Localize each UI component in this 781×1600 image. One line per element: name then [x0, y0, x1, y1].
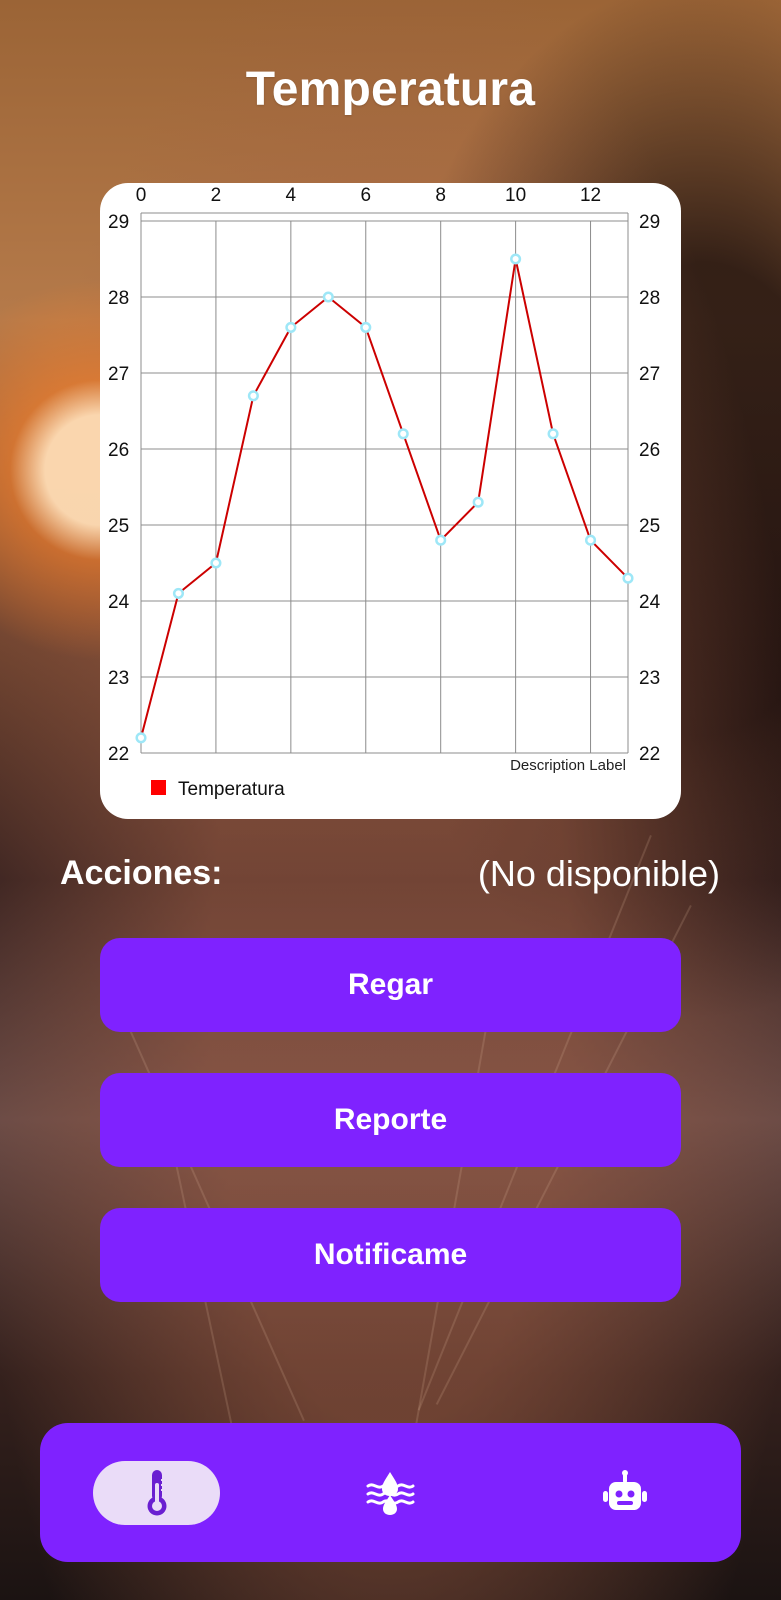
temperature-data-point: [397, 428, 409, 440]
temperature-data-point: [322, 291, 334, 303]
legend-series-label: Temperatura: [178, 779, 285, 800]
left-y-axis-tick-label: 27: [108, 364, 129, 385]
temperature-data-point: [472, 496, 484, 508]
left-y-axis-tick-label: 28: [108, 288, 129, 309]
temperature-data-point: [285, 321, 297, 333]
right-y-axis-tick-label: 25: [639, 516, 660, 537]
nav-item-water[interactable]: [350, 1458, 430, 1528]
temperature-data-point: [510, 253, 522, 265]
left-y-axis-tick-label: 25: [108, 516, 129, 537]
x-axis-tick-label: 0: [136, 185, 147, 206]
x-axis-tick-label: 10: [505, 185, 526, 206]
right-y-axis-tick-label: 26: [639, 440, 660, 461]
left-y-axis-tick-label: 22: [108, 744, 129, 765]
temperature-data-point: [584, 534, 597, 546]
x-axis-tick-label: 4: [286, 185, 297, 206]
left-y-axis-tick-label: 23: [108, 668, 129, 689]
temperature-data-point: [135, 732, 147, 744]
x-axis-tick-label: 8: [435, 185, 446, 206]
nav-item-temperature[interactable]: [117, 1458, 197, 1528]
robot-icon: [601, 1470, 649, 1516]
notificame-button[interactable]: Notificame: [100, 1208, 681, 1302]
temperature-data-point: [210, 557, 222, 569]
temperature-line-chart: 0 2 4 6 8 10 1222 2223 2324 2425 2526 2627 2728 2829 2…: [108, 185, 661, 800]
temperature-series-line: [140, 258, 629, 739]
right-y-axis-tick-label: 28: [639, 288, 660, 309]
x-axis-tick-label: 2: [211, 185, 222, 206]
temperature-data-point: [547, 428, 559, 440]
right-y-axis-tick-label: 29: [639, 212, 660, 233]
bottom-navigation: [40, 1423, 741, 1562]
thermometer-icon: [143, 1467, 171, 1519]
left-y-axis-tick-label: 26: [108, 440, 129, 461]
actions-status: (No disponible): [477, 853, 720, 894]
x-axis-tick-label: 6: [360, 185, 371, 206]
temperature-data-point: [360, 321, 372, 333]
chart-description-label: Description Label: [510, 757, 626, 774]
reporte-button[interactable]: Reporte: [100, 1073, 681, 1167]
right-y-axis-tick-label: 22: [639, 744, 660, 765]
temperature-data-point: [247, 390, 259, 402]
temperature-data-point: [172, 587, 185, 599]
regar-button[interactable]: Regar: [100, 938, 681, 1032]
x-axis-tick-label: 12: [580, 185, 601, 206]
nav-item-robot[interactable]: [585, 1458, 665, 1528]
left-y-axis-tick-label: 29: [108, 212, 129, 233]
left-y-axis-tick-label: 24: [108, 592, 130, 613]
right-y-axis-tick-label: 23: [639, 668, 660, 689]
temperature-data-point: [622, 572, 634, 584]
actions-label: Acciones:: [60, 854, 223, 892]
temperature-chart-card: 0 2 4 6 8 10 12 22 22 23 23 24 24 25 25 26 26 27 27 28 28 29 2…: [100, 183, 681, 819]
right-y-axis-tick-label: 27: [639, 364, 660, 385]
right-y-axis-tick-label: 24: [639, 592, 661, 613]
temperature-data-point: [435, 534, 447, 546]
legend-color-swatch: [151, 780, 166, 795]
water-drops-icon: [363, 1471, 417, 1515]
page-title: Temperatura: [245, 63, 536, 116]
